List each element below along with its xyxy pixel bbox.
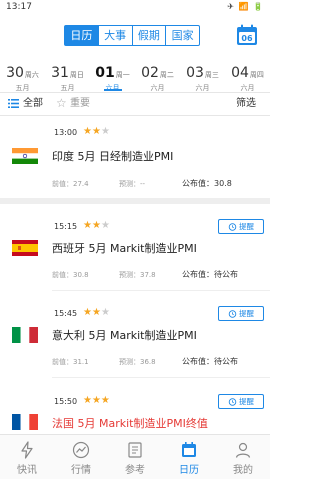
remind-button[interactable]: 提醒 [218,394,264,409]
importance-stars: ★★★ [83,126,110,137]
event-published: 公布值：待公布 [182,270,238,279]
event-published: 公布值：待公布 [182,357,238,366]
date-item[interactable]: 03周三 六月 [180,62,225,93]
status-bar: 13:17 ✈ 📶 🔋 [0,0,270,14]
tab-label: 参考 [125,465,145,476]
italy-flag-icon [12,327,38,343]
event-previous: 前值：31.1 [52,358,89,366]
date-day: 03 [186,65,204,81]
tab-label: 快讯 [17,465,37,476]
date-weekday: 周四 [249,71,264,79]
date-strip-divider [0,92,270,93]
view-segment: 日历 大事 假期 国家 [64,25,200,46]
top-bar: 日历 大事 假期 国家 06 [0,20,270,50]
event-item[interactable]: 15:50 ★★★ 提醒 法国 5月 Markit制造业PMI终值 [0,378,270,434]
calendar-picker-icon[interactable]: 06 [236,24,258,46]
date-weekday: 周日 [69,71,84,79]
india-flag-icon [12,148,38,164]
alarm-clock-icon [228,310,237,318]
date-weekday: 周三 [204,71,219,79]
date-day: 04 [231,65,249,81]
importance-stars: ★★★ [83,395,110,406]
user-icon [235,442,251,458]
tab-countries[interactable]: 国家 [166,26,199,45]
tab-label: 日历 [179,465,199,476]
event-forecast: 预测：-- [119,180,146,188]
event-title: 西班牙 5月 Markit制造业PMI [52,242,197,255]
date-item-selected[interactable]: 01周一 六月 [90,62,135,93]
date-item[interactable]: 30周六 五月 [0,62,45,93]
date-day: 01 [95,65,115,81]
date-day: 02 [141,65,159,81]
event-forecast: 预测：37.8 [119,271,156,279]
event-time: 15:50 [54,397,78,406]
tab-label: 我的 [233,465,253,476]
spain-flag-icon [12,240,38,256]
event-title: 印度 5月 日经制造业PMI [52,150,174,163]
filter-important[interactable]: 重要 [70,95,90,112]
bottom-tab-bar: 快讯 行情 参考 日历 我的 [0,434,270,479]
flash-icon [21,441,33,459]
event-title: 法国 5月 Markit制造业PMI终值 [52,417,208,430]
book-icon [128,442,142,458]
alarm-clock-icon [228,223,237,231]
date-item[interactable]: 04周四 六月 [225,62,270,93]
event-time: 13:00 [54,128,78,137]
status-icons: ✈ 📶 🔋 [227,2,264,11]
remind-label: 提醒 [239,222,254,231]
calendar-picker-day: 06 [241,34,253,43]
tab-calendar-nav[interactable]: 日历 [162,435,216,479]
event-time: 15:45 [54,309,78,318]
calendar-icon [182,442,196,457]
remind-label: 提醒 [239,397,254,406]
event-time: 15:15 [54,222,78,231]
tab-profile[interactable]: 我的 [216,435,270,479]
event-published: 公布值：30.8 [182,179,232,188]
date-weekday: 周六 [24,71,39,79]
date-weekday: 周一 [115,71,130,79]
status-time: 13:17 [6,2,32,12]
tab-label: 行情 [71,465,91,476]
date-item[interactable]: 31周日 五月 [45,62,90,93]
event-forecast: 预测：36.8 [119,358,156,366]
event-previous: 前值：30.8 [52,271,89,279]
france-flag-icon [12,414,38,430]
filter-button[interactable]: 筛选 [236,95,256,112]
date-day: 30 [6,65,24,81]
alarm-clock-icon [228,398,237,406]
tab-flash-news[interactable]: 快讯 [0,435,54,479]
event-item[interactable]: 15:15 ★★★ 提醒 西班牙 5月 Markit制造业PMI 前值：30.8… [0,204,270,290]
date-item[interactable]: 02周二 六月 [135,62,180,93]
date-weekday: 周二 [159,71,174,79]
filter-all[interactable]: 全部 [23,95,43,112]
remind-label: 提醒 [239,309,254,318]
star-outline-icon: ☆ [56,96,67,110]
tab-calendar[interactable]: 日历 [65,26,99,45]
tab-major-events[interactable]: 大事 [99,26,133,45]
remind-button[interactable]: 提醒 [218,219,264,234]
list-icon [8,99,19,108]
event-item[interactable]: 13:00 ★★★ 印度 5月 日经制造业PMI 前值：27.4 预测：-- 公… [0,116,270,198]
tab-reference[interactable]: 参考 [108,435,162,479]
selected-date-indicator [104,89,122,91]
filter-row: 全部 ☆ 重要 筛选 [0,95,270,112]
event-item[interactable]: 15:45 ★★★ 提醒 意大利 5月 Markit制造业PMI 前值：31.1… [0,291,270,377]
date-day: 31 [51,65,69,81]
tab-market[interactable]: 行情 [54,435,108,479]
event-previous: 前值：27.4 [52,180,89,188]
event-title: 意大利 5月 Markit制造业PMI [52,329,197,342]
trend-icon [72,441,90,459]
importance-stars: ★★★ [83,307,110,318]
remind-button[interactable]: 提醒 [218,306,264,321]
date-strip: 30周六 五月 31周日 五月 01周一 六月 02周二 六月 03周三 六月 … [0,62,270,92]
importance-stars: ★★★ [83,220,110,231]
tab-holidays[interactable]: 假期 [133,26,167,45]
